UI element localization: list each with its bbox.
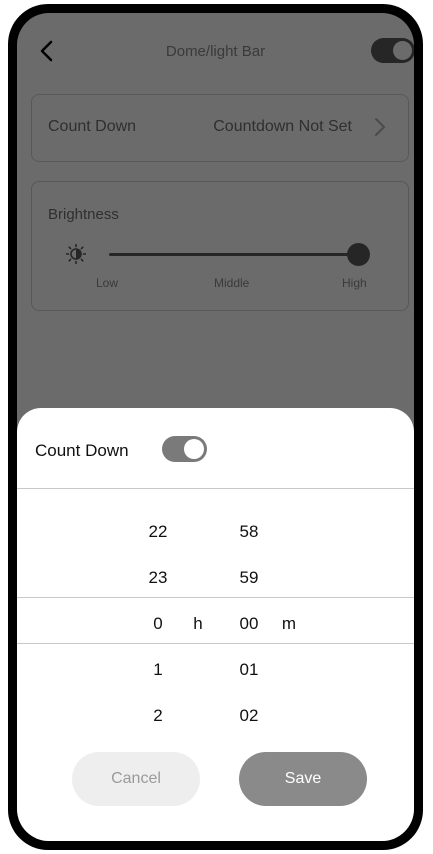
minute-unit: m	[281, 614, 297, 633]
minute-option[interactable]: 02	[240, 706, 259, 726]
hour-unit: h	[193, 614, 203, 633]
level-low: Low	[96, 276, 119, 290]
brightness-label: Brightness	[48, 206, 119, 223]
divider	[17, 488, 414, 489]
countdown-label: Count Down	[48, 118, 137, 135]
screen: Dome/light Bar Count Down Countdown Not …	[17, 13, 414, 841]
countdown-row[interactable]: Count Down Countdown Not Set	[31, 94, 409, 162]
minute-option[interactable]: 58	[240, 522, 259, 542]
minute-option[interactable]: 01	[240, 660, 259, 680]
hour-option[interactable]: 1	[153, 660, 162, 680]
slider-handle[interactable]	[347, 243, 370, 266]
power-toggle[interactable]	[371, 38, 414, 63]
brightness-icon	[66, 244, 86, 264]
picker-selection-top	[17, 597, 414, 598]
device-frame: Dome/light Bar Count Down Countdown Not …	[8, 4, 423, 850]
header: Dome/light Bar	[17, 13, 414, 89]
sheet-countdown-label: Count Down	[35, 441, 129, 460]
hour-selected[interactable]: 0	[153, 614, 162, 634]
hour-option[interactable]: 2	[153, 706, 162, 726]
brightness-slider[interactable]	[109, 253, 359, 256]
toggle-knob	[184, 439, 204, 459]
cancel-button[interactable]: Cancel	[72, 752, 200, 806]
toggle-knob	[393, 41, 412, 60]
countdown-value: Countdown Not Set	[213, 118, 352, 135]
page-title: Dome/light Bar	[165, 43, 266, 60]
level-middle: Middle	[214, 276, 250, 290]
hour-option[interactable]: 23	[149, 568, 168, 588]
countdown-toggle[interactable]	[162, 436, 207, 462]
brightness-card: Brightness Low Middle High	[31, 181, 409, 311]
countdown-sheet: Count Down 22 58 23 59 0 h 00 m 1 01 2 0…	[17, 408, 414, 841]
save-button[interactable]: Save	[239, 752, 367, 806]
chevron-right-icon	[375, 118, 385, 136]
level-high: High	[342, 276, 367, 290]
picker-selection-bottom	[17, 643, 414, 644]
minute-selected[interactable]: 00	[240, 614, 259, 634]
minute-option[interactable]: 59	[240, 568, 259, 588]
hour-option[interactable]: 22	[149, 522, 168, 542]
